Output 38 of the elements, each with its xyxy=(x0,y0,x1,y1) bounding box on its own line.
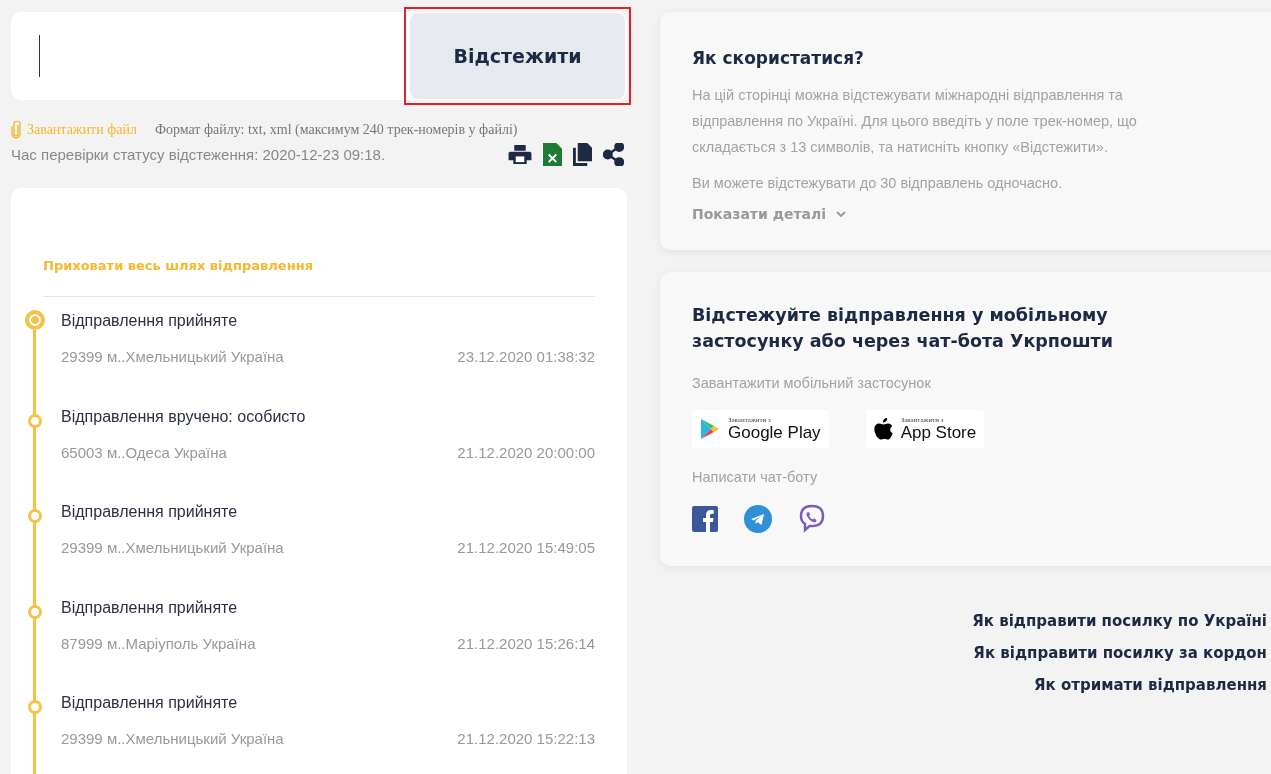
event-status: Відправлення прийняте xyxy=(61,694,239,712)
facebook-icon[interactable] xyxy=(692,506,718,532)
telegram-icon[interactable] xyxy=(744,505,772,533)
chatbot-text: Написати чат-боту xyxy=(692,468,819,487)
help-title: Як скористатися? xyxy=(692,48,865,68)
check-time-text: Час перевірки статусу відстеження: 2020-12-23 09:18. xyxy=(11,146,386,163)
event-status: Відправлення прийняте xyxy=(61,503,239,521)
event-status: Відправлення вручено: особисто xyxy=(61,407,307,426)
event-location: 29399 м..Хмельницький Україна xyxy=(61,348,284,365)
event-time: 23.12.2020 01:38:32 xyxy=(457,348,595,365)
viber-icon[interactable] xyxy=(798,504,826,534)
track-button[interactable]: Відстежити xyxy=(410,13,625,99)
event-location: 29399 м..Хмельницький Україна xyxy=(61,730,284,747)
event-location: 65003 м..Одеса Україна xyxy=(61,443,227,461)
excel-icon[interactable] xyxy=(543,143,562,166)
event-location: 87999 м..Маріуполь Україна xyxy=(61,634,256,652)
mobile-title: Відстежуйте відправлення у мобільному застосунку або через чат-бота Укрпошти xyxy=(692,304,1114,353)
event-time: 21.12.2020 20:00:00 xyxy=(457,443,595,461)
help-link[interactable]: Як відправити посилку за кордон xyxy=(973,644,1267,662)
event-time: 21.12.2020 15:26:14 xyxy=(457,634,595,652)
help-link[interactable]: Як відправити посилку по Україні xyxy=(972,612,1267,630)
event-time: 21.12.2020 15:49:05 xyxy=(457,539,595,556)
print-icon[interactable] xyxy=(508,144,532,165)
help-text: На цій сторінці можна відстежувати міжнародні відправлення та відправлення по Україні. Для цього введіть у поле трек-номер, що складається з 13 символів, та натисніть кнопку «Відстежити». xyxy=(692,86,1138,157)
help-link[interactable]: Як отримати відправлення xyxy=(1034,676,1267,694)
play-icon xyxy=(700,418,720,440)
event-status: Відправлення прийняте xyxy=(61,598,239,617)
event-status: Відправлення прийняте xyxy=(61,312,239,330)
file-format-note: Формат файлу: txt, xml (максимум 240 трек-номерів у файлі) xyxy=(154,122,518,138)
copy-icon[interactable] xyxy=(573,143,592,166)
help-text: Ви можете відстежувати до 30 відправлень одночасно. xyxy=(692,174,1064,193)
download-app-text: Завантажити мобільний застосунок xyxy=(692,374,932,393)
apple-icon xyxy=(873,418,893,440)
paperclip-icon xyxy=(11,121,21,139)
share-icon[interactable] xyxy=(603,143,624,166)
event-time: 21.12.2020 15:22:13 xyxy=(457,730,595,747)
event-location: 29399 м..Хмельницький Україна xyxy=(61,539,284,556)
chevron-down-icon xyxy=(836,211,847,217)
